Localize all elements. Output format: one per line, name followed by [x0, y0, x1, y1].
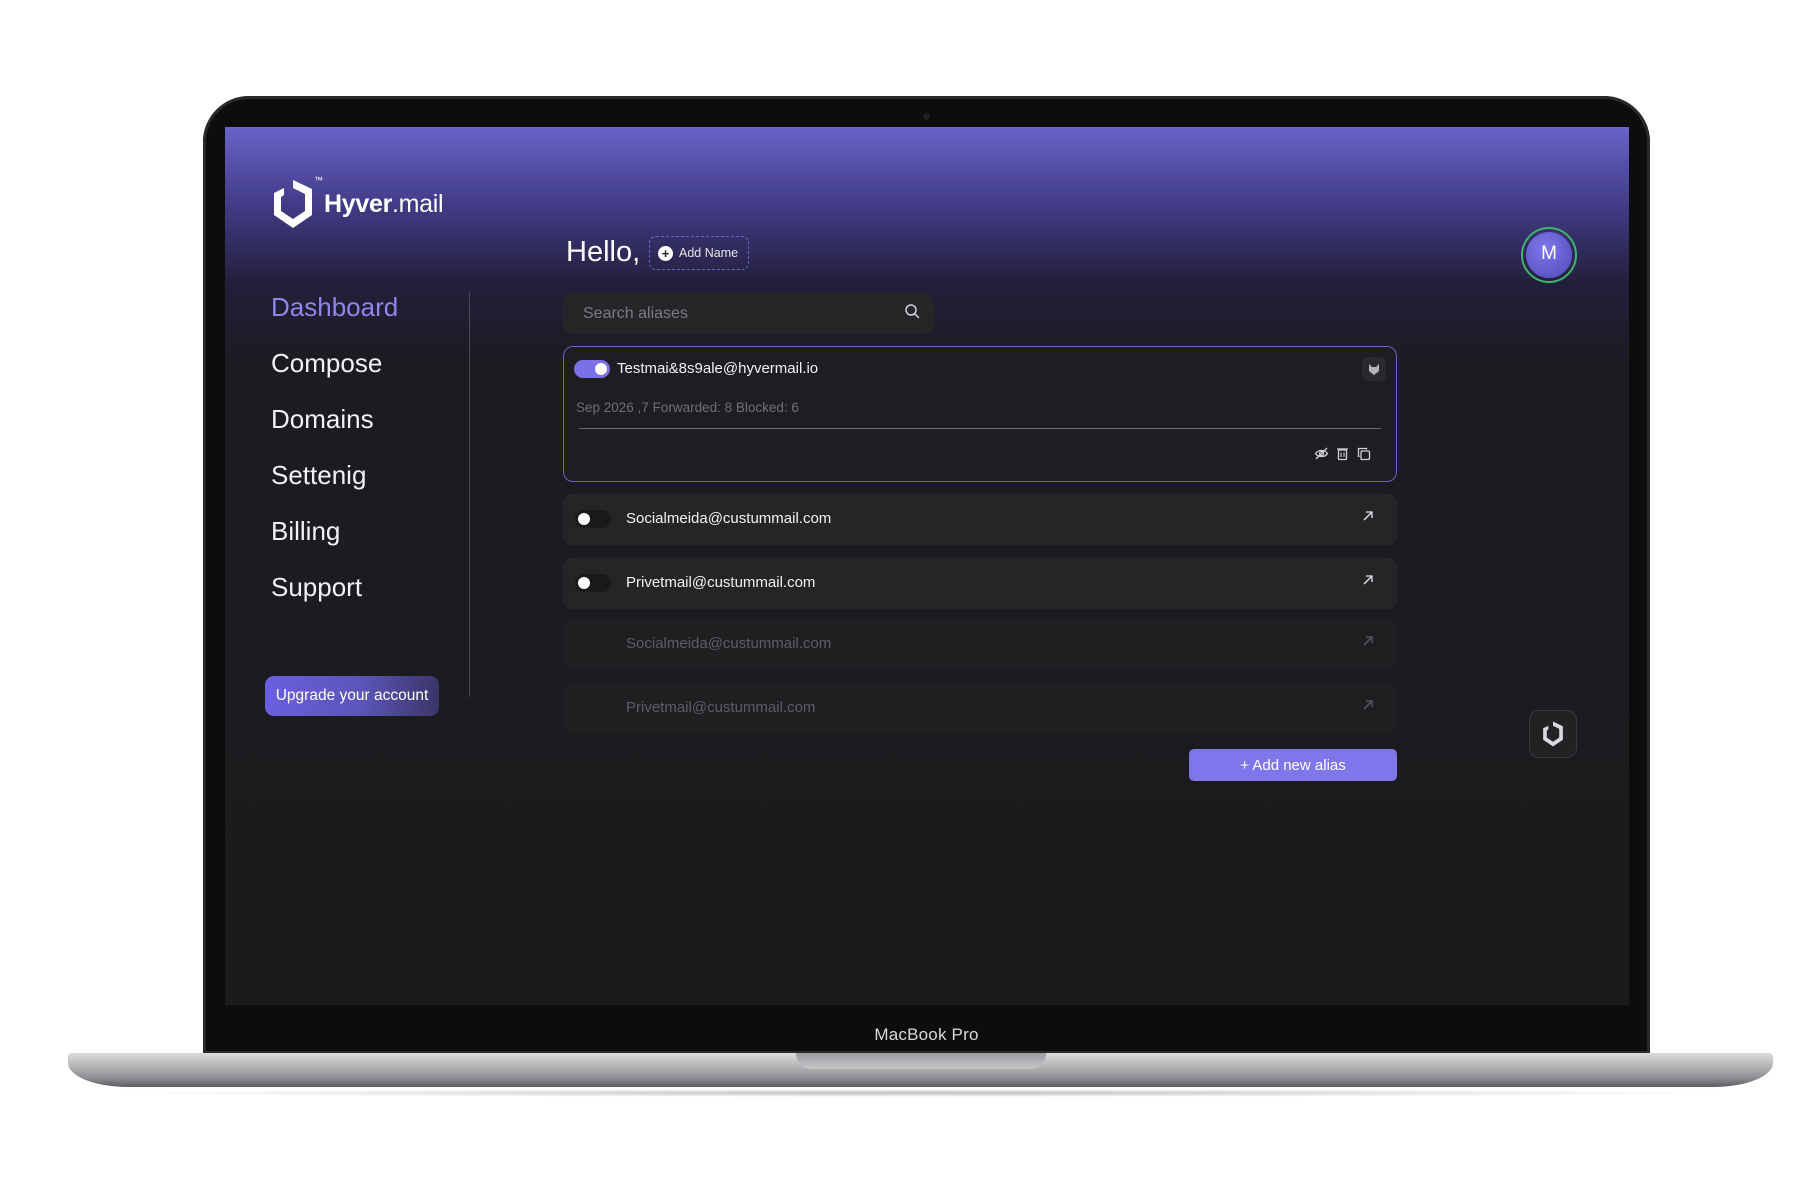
trademark-mark: ™: [314, 175, 323, 185]
card-divider: [579, 428, 1381, 429]
alias-row[interactable]: Socialmeida@custummail.com: [563, 494, 1397, 545]
alias-card-expanded: Testmai&8s9ale@hyvermail.io Sep 2026 ,7 …: [563, 346, 1397, 482]
sidebar-item-dashboard[interactable]: Dashboard: [271, 287, 398, 343]
device-model-label: MacBook Pro: [874, 1025, 979, 1044]
upgrade-account-button[interactable]: Upgrade your account: [265, 676, 439, 716]
alias-row[interactable]: Socialmeida@custummail.com: [563, 619, 1397, 670]
alias-avatar-icon[interactable]: [1362, 357, 1386, 381]
open-arrow-icon[interactable]: [1361, 634, 1375, 648]
shield-widget-button[interactable]: [1529, 710, 1577, 758]
alias-row[interactable]: Privetmail@custummail.com: [563, 683, 1397, 734]
alias-toggle[interactable]: [575, 510, 611, 528]
alias-email: Socialmeida@custummail.com: [626, 635, 832, 652]
sidebar-nav: Dashboard Compose Domains Settenig Billi…: [271, 287, 398, 623]
profile-avatar[interactable]: M: [1521, 227, 1577, 283]
laptop-frame: ™ Hyver.mail Dashboard Compose Domains S…: [0, 0, 1817, 1193]
sidebar-item-support[interactable]: Support: [271, 567, 398, 623]
hide-icon[interactable]: [1313, 445, 1330, 462]
alias-email: Testmai&8s9ale@hyvermail.io: [617, 360, 819, 377]
sidebar-divider: [469, 292, 470, 697]
alias-email: Socialmeida@custummail.com: [626, 510, 832, 527]
shield-icon: [1543, 721, 1563, 747]
alias-toggle[interactable]: [575, 574, 611, 592]
open-arrow-icon[interactable]: [1361, 509, 1375, 523]
search-icon[interactable]: [904, 303, 920, 324]
laptop-shadow: [100, 1089, 1740, 1097]
brand-name: Hyver.mail: [324, 189, 444, 218]
alias-actions: [1313, 445, 1372, 462]
sidebar-item-compose[interactable]: Compose: [271, 343, 398, 399]
alias-row[interactable]: Privetmail@custummail.com: [563, 558, 1397, 609]
sidebar-item-settings[interactable]: Settenig: [271, 455, 398, 511]
plus-circle-icon: +: [658, 245, 673, 261]
hyver-logo-icon: ™: [270, 175, 323, 231]
copy-icon[interactable]: [1355, 445, 1372, 462]
sidebar-item-billing[interactable]: Billing: [271, 511, 398, 567]
camera-icon: [923, 113, 930, 120]
sidebar-item-domains[interactable]: Domains: [271, 399, 398, 455]
app-screen: ™ Hyver.mail Dashboard Compose Domains S…: [225, 127, 1629, 1005]
laptop-notch: [796, 1053, 1046, 1069]
open-arrow-icon[interactable]: [1361, 573, 1375, 587]
alias-email: Privetmail@custummail.com: [626, 574, 816, 591]
search-bar: [563, 293, 934, 334]
add-name-button[interactable]: + Add Name: [649, 236, 750, 270]
greeting-text: Hello,: [566, 236, 641, 268]
alias-email: Privetmail@custummail.com: [626, 699, 816, 716]
open-arrow-icon[interactable]: [1361, 698, 1375, 712]
add-new-alias-button[interactable]: + Add new alias: [1189, 749, 1397, 781]
delete-icon[interactable]: [1334, 445, 1351, 462]
profile-initial: M: [1526, 232, 1572, 278]
alias-stats: Sep 2026 ,7 Forwarded: 8 Blocked: 6: [576, 400, 799, 415]
search-input[interactable]: [583, 304, 904, 323]
brand-logo: ™ Hyver.mail: [270, 175, 444, 231]
add-name-label: Add Name: [679, 246, 739, 260]
alias-toggle[interactable]: [574, 360, 610, 378]
